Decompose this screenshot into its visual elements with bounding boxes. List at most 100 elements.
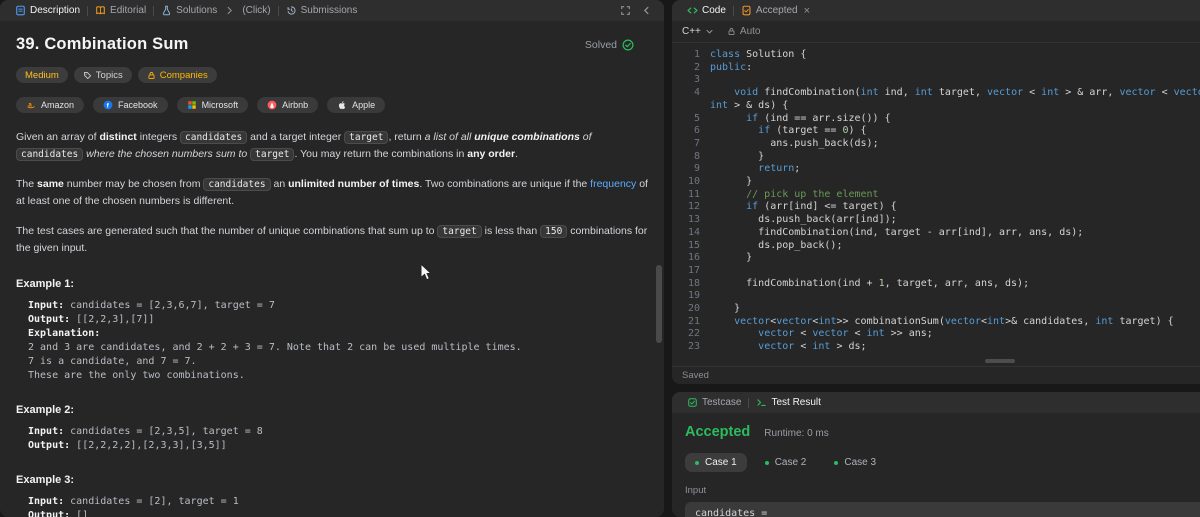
tab-solutions[interactable]: Solutions <box>154 5 224 16</box>
badge-companies[interactable]: Companies <box>137 67 217 83</box>
example-label: Example 3: <box>16 474 75 486</box>
code-line: 6 if (target == 0) { <box>680 125 1200 138</box>
line-number: 23 <box>687 341 700 353</box>
line-number: 6 <box>693 125 700 137</box>
problem-panel-tabbar: Description Editorial Solutions (Click) Subm… <box>0 0 664 21</box>
code-line: 1 class Solution { <box>680 49 1200 62</box>
line-number: 19 <box>687 290 700 302</box>
lock-icon <box>147 71 156 80</box>
description-icon <box>15 5 26 16</box>
code-line: 18 findCombination(ind + 1, target, arr,… <box>680 278 1200 291</box>
code-line: 17 <box>680 265 1200 278</box>
editor-tabbar: Code Accepted × <box>672 0 1200 21</box>
line-number: 1 <box>693 49 700 60</box>
lock-icon <box>727 27 736 36</box>
tag-icon <box>83 71 92 80</box>
badge-medium[interactable]: Medium <box>16 67 68 83</box>
tab-submissions[interactable]: Submissions <box>279 5 365 16</box>
problem-title: 39. Combination Sum <box>16 35 189 53</box>
description-paragraph: The same number may be chosen from candi… <box>16 178 648 207</box>
company-facebook[interactable]: f Facebook <box>93 97 168 113</box>
fullscreen-icon[interactable] <box>620 5 631 16</box>
line-number: 12 <box>687 201 700 213</box>
language-selector[interactable]: C++ <box>682 26 714 37</box>
code-line: 9 return; <box>680 163 1200 176</box>
code-lines: 1 class Solution {2 public: 3 4 void findCom… <box>680 49 1200 354</box>
editor-statusbar: Saved <box>672 366 1200 384</box>
line-number: 11 <box>687 188 700 200</box>
company-microsoft[interactable]: Microsoft <box>176 97 249 113</box>
problem-panel: Description Editorial Solutions (Click) Subm… <box>0 0 664 517</box>
submissions-icon <box>286 5 297 16</box>
line-number: 4 <box>693 87 700 99</box>
code-line: 8 } <box>680 151 1200 164</box>
tab-test-result[interactable]: Test Result <box>749 397 827 408</box>
airbnb-icon <box>267 100 277 110</box>
horizontal-scrollbar[interactable] <box>985 359 1015 363</box>
inline-code: 150 <box>540 225 568 238</box>
code-line: 10 } <box>680 176 1200 189</box>
code-line: 22 vector < vector < int >> ans; <box>680 328 1200 341</box>
editorial-icon <box>95 5 106 16</box>
close-icon[interactable]: × <box>804 5 810 17</box>
problem-tabs: Description Editorial Solutions (Click) Subm… <box>8 5 620 16</box>
line-number: 15 <box>687 239 700 251</box>
collapse-panel-icon[interactable] <box>641 5 652 16</box>
code-line: 14 findCombination(ind, target - arr[ind… <box>680 227 1200 240</box>
editor-toolbar: C++ Auto <box>672 21 1200 43</box>
inline-code: candidates <box>180 131 248 144</box>
inline-code: candidates <box>203 178 271 191</box>
code-icon <box>687 5 698 16</box>
line-number: 22 <box>687 328 700 340</box>
tab-description[interactable]: Description <box>8 5 87 16</box>
code-line: 11 // pick up the element <box>680 189 1200 202</box>
code-line: 20 } <box>680 303 1200 316</box>
badge-topics[interactable]: Topics <box>73 67 132 83</box>
inline-code: target <box>344 131 389 144</box>
case-status-dot <box>695 460 699 465</box>
example-block: Input: candidates = [2,3,6,7], target = … <box>28 300 522 381</box>
inline-code: candidates <box>16 148 84 161</box>
saved-status: Saved <box>682 370 709 381</box>
status-row: Accepted Runtime: 0 ms <box>685 424 1200 440</box>
frequency-link[interactable]: frequency <box>590 178 636 190</box>
tab-accepted[interactable]: Accepted × <box>734 5 817 17</box>
result-body: Accepted Runtime: 0 ms Case 1 Case 2 Case … <box>672 413 1200 517</box>
tab-click[interactable]: (Click) <box>235 5 277 16</box>
line-number: 13 <box>687 214 700 226</box>
microsoft-icon <box>187 100 197 110</box>
app: Description Editorial Solutions (Click) Subm… <box>0 0 1200 517</box>
tab-testcase[interactable]: Testcase <box>680 397 748 408</box>
company-apple[interactable]: Apple <box>327 97 386 113</box>
company-airbnb[interactable]: Airbnb <box>257 97 319 113</box>
tab-editorial[interactable]: Editorial <box>88 5 153 16</box>
example-label: Example 1: <box>16 278 75 290</box>
panel-controls <box>620 5 656 16</box>
chevron-down-icon <box>705 27 714 36</box>
case-2-button[interactable]: Case 2 <box>755 453 817 472</box>
case-3-button[interactable]: Case 3 <box>824 453 886 472</box>
line-number: 16 <box>687 252 700 264</box>
tab-code[interactable]: Code <box>680 5 733 16</box>
line-number: 9 <box>693 163 700 175</box>
testcase-input[interactable]: candidates = <box>685 502 1200 517</box>
vertical-scrollbar[interactable] <box>656 265 662 343</box>
line-number: 2 <box>693 61 700 73</box>
code-editor[interactable]: 1 class Solution {2 public: 3 4 void findCom… <box>672 43 1200 366</box>
code-line: 2 public: <box>680 62 1200 75</box>
code-line: 23 vector < int > ds; <box>680 341 1200 354</box>
code-line: 3 <box>680 74 1200 87</box>
case-status-dot <box>764 460 769 465</box>
auto-save-toggle[interactable]: Auto <box>727 26 760 37</box>
code-line: 12 if (arr[ind] <= target) { <box>680 201 1200 214</box>
company-amazon[interactable]: a Amazon <box>16 97 85 113</box>
meta-badges: Medium Topics Companies <box>16 67 648 83</box>
line-number: 7 <box>693 137 700 149</box>
line-number: 5 <box>693 112 700 124</box>
terminal-icon <box>756 397 767 408</box>
case-1-button[interactable]: Case 1 <box>685 453 747 472</box>
code-line: 4 void findCombination(int ind, int targ… <box>680 87 1200 112</box>
line-number: 18 <box>687 277 700 289</box>
testcase-icon <box>687 397 698 408</box>
line-number: 3 <box>693 74 700 86</box>
